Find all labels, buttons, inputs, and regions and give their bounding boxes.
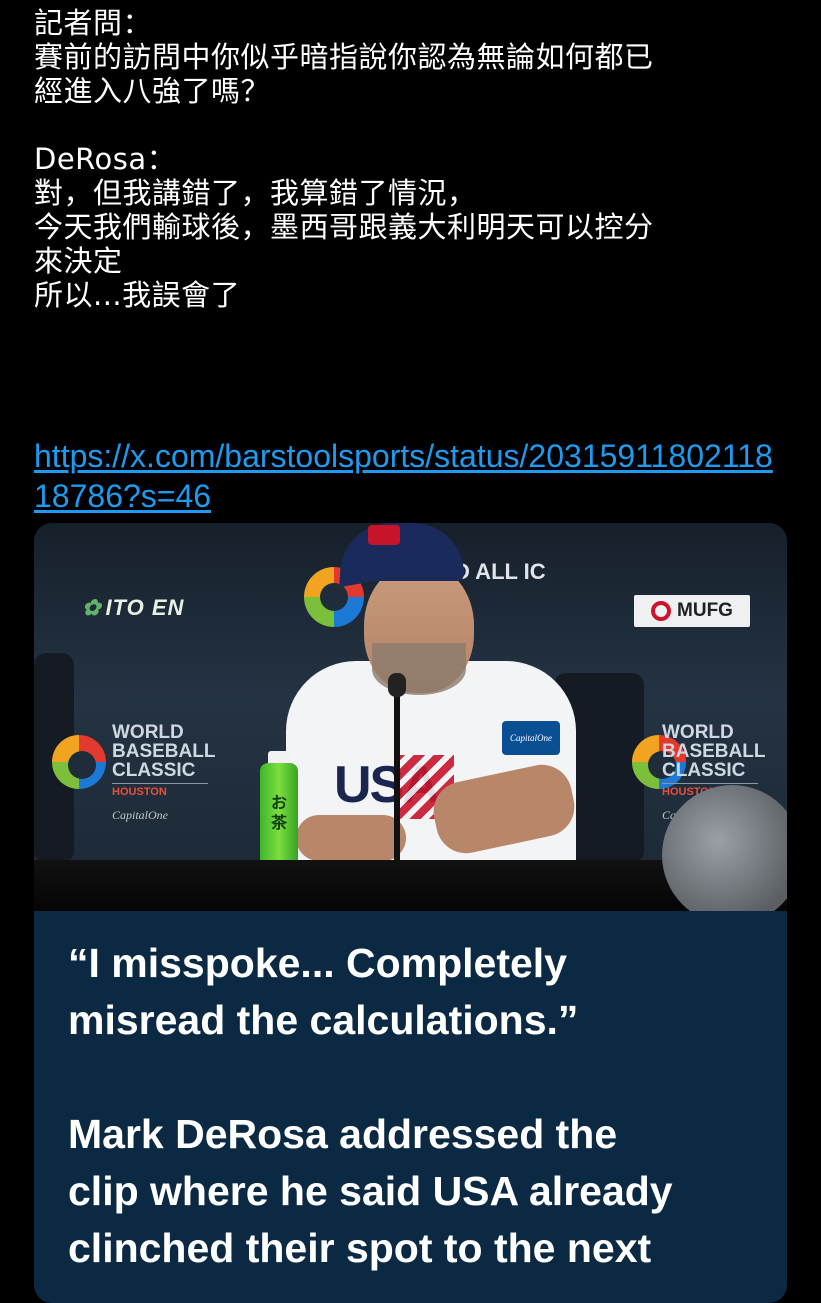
- wbc-emblem-icon: [52, 735, 106, 789]
- post-text: 記者問： 賽前的訪問中你似乎暗指說你認為無論如何都已 經進入八強了嗎？ DeRo…: [34, 6, 794, 312]
- caption-line: clinched their spot to the next: [68, 1225, 652, 1271]
- mufg-ring-icon: [651, 601, 672, 621]
- caption-line: misread the calculations.”: [68, 997, 579, 1043]
- caption-line: “I misspoke... Completely: [68, 940, 567, 986]
- caption-gap: [68, 1049, 768, 1106]
- post-line: 對，但我講錯了，我算錯了情況，: [34, 176, 477, 210]
- mufg-sponsor-logo: MUFG: [634, 595, 750, 627]
- caption-line: clip where he said USA already: [68, 1168, 673, 1214]
- card-caption: “I misspoke... Completely misread the ca…: [68, 935, 768, 1277]
- link-preview-card[interactable]: ✿ ITO EN D ALL IC MUFG WORLD BASEBALL CLA…: [34, 523, 787, 1303]
- wbc-logo-left: WORLD BASEBALL CLASSIC HOUSTON CapitalOn…: [112, 722, 216, 822]
- manager-beard: [372, 643, 466, 695]
- post-link[interactable]: https://x.com/barstoolsports/status/2031…: [34, 436, 774, 516]
- post-line: DeRosa：: [34, 142, 177, 176]
- post-line: 所以...我誤會了: [34, 278, 241, 312]
- press-conference-image[interactable]: ✿ ITO EN D ALL IC MUFG WORLD BASEBALL CLA…: [34, 523, 787, 911]
- leaf-icon: ✿: [82, 595, 102, 620]
- post-line: 今天我們輸球後，墨西哥跟義大利明天可以控分: [34, 210, 654, 244]
- post-line: 記者問：: [34, 6, 153, 40]
- itoen-sponsor-logo: ✿ ITO EN: [82, 595, 185, 620]
- microphone-icon: [388, 673, 406, 697]
- microphone-stand: [394, 683, 400, 863]
- usa-cap-logo-icon: [368, 525, 400, 545]
- left-arm: [296, 815, 406, 861]
- backdrop-partial-text: D ALL IC: [454, 559, 546, 584]
- capitalone-patch: CapitalOne: [502, 721, 560, 755]
- post-line: 賽前的訪問中你似乎暗指說你認為無論如何都已: [34, 40, 654, 74]
- post-line: 經進入八強了嗎？: [34, 74, 271, 108]
- post-line: 來決定: [34, 244, 123, 278]
- caption-line: Mark DeRosa addressed the: [68, 1111, 618, 1157]
- bottle-label: お茶: [270, 793, 287, 832]
